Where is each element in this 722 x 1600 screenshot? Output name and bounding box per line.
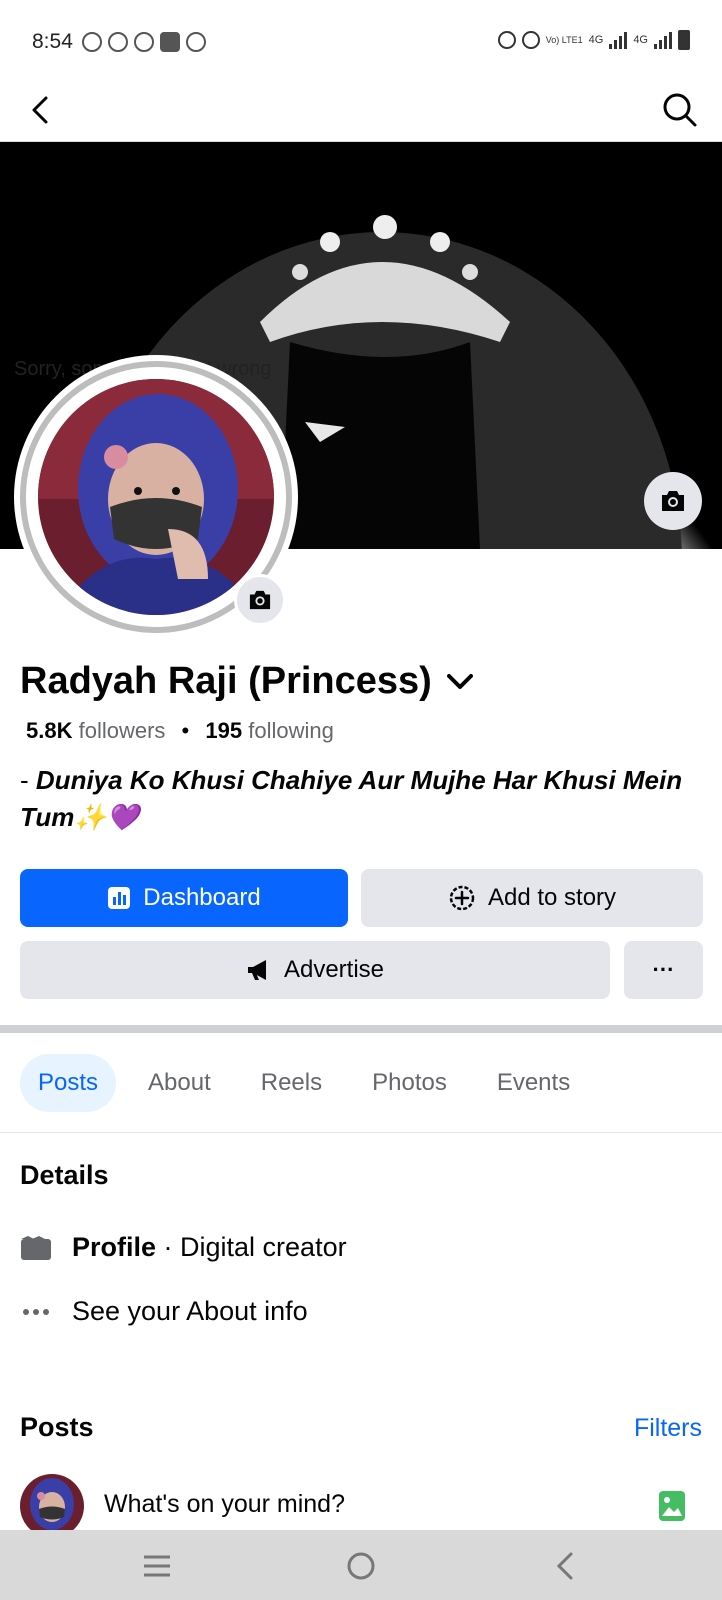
search-button[interactable] [660,90,700,130]
camera-icon [249,590,271,610]
megaphone-icon [247,960,266,980]
details-title: Details [20,1160,109,1190]
tab-about[interactable]: About [130,1054,229,1112]
edit-cover-button[interactable] [644,472,702,530]
profile-tabs: Posts About Reels Photos Events [20,1054,588,1112]
clapperboard-icon [20,1234,52,1262]
profile-bio: - Duniya Ko Khusi Chahiye Aur Mujhe Har … [20,762,710,836]
notification-icons [82,32,206,52]
following-count[interactable]: 195 [205,718,242,743]
profile-name[interactable]: Radyah Raji (Princess) [20,660,474,703]
bio-prefix: - [20,765,29,795]
chevron-down-icon[interactable] [446,672,474,692]
bio-text: Duniya Ko Khusi Chahiye Aur Mujhe Har Kh… [20,765,683,832]
battery-icon [678,30,690,50]
tab-events[interactable]: Events [479,1054,588,1112]
see-about-label: See your About info [72,1296,308,1326]
network-label-2: 4G [633,34,648,46]
status-bar: 8:54 Vo) LTE1 4G 4G [0,0,722,84]
profile-label: Profile [72,1232,157,1262]
dashboard-label: Dashboard [143,884,261,911]
more-icon: ··· [652,957,675,982]
tab-reels[interactable]: Reels [243,1054,340,1112]
network-label: 4G [588,34,604,46]
status-time: 8:54 [32,30,73,53]
tabs-divider [0,1132,722,1133]
recent-apps-button[interactable] [137,1546,177,1586]
signal-icon-2 [654,31,672,49]
filters-link[interactable]: Filters [634,1414,702,1443]
more-options-button[interactable]: ··· [624,941,703,999]
instagram-icon [186,32,206,52]
search-icon [663,93,697,127]
profile-category: · Digital creator [156,1232,347,1262]
back-button[interactable] [22,90,62,130]
alarm-icon [497,31,516,49]
followers-count[interactable]: 5.8K [26,718,72,743]
followers-label[interactable]: followers [79,718,166,743]
add-to-story-label: Add to story [487,884,617,911]
detail-profile-category: Profile · Digital creator [20,1232,347,1263]
dashboard-icon [108,887,131,909]
profile-stats: 5.8K followers • 195 following [26,718,334,744]
menu-icon [144,1555,170,1577]
home-circle-icon [347,1552,375,1580]
photo-icon[interactable] [658,1490,686,1522]
profile-name-text: Radyah Raji (Princess) [20,660,432,702]
volte-label: Vo) LTE1 [545,35,583,45]
app-bar [0,84,722,142]
advertise-label: Advertise [283,956,385,983]
posts-title: Posts [20,1412,94,1442]
edit-profile-picture-button[interactable] [234,574,286,626]
messenger-icon [82,32,102,52]
tab-photos[interactable]: Photos [354,1054,465,1112]
see-about-info[interactable]: See your About info [20,1296,308,1327]
section-divider [0,1025,722,1033]
add-circle-icon [449,885,475,911]
camera-icon [662,491,684,511]
home-button[interactable] [341,1546,381,1586]
chevron-left-icon [32,96,48,124]
youtube-icon [134,32,154,52]
status-indicators: Vo) LTE1 4G 4G [497,30,690,50]
following-label[interactable]: following [248,718,334,743]
post-composer[interactable]: What's on your mind? [20,1474,702,1538]
stats-separator: • [181,718,190,743]
composer-placeholder: What's on your mind? [104,1490,345,1518]
facebook-icon [108,32,128,52]
more-dots-icon [20,1298,52,1326]
dashboard-button[interactable]: Dashboard [20,869,348,927]
mute-icon [521,31,540,49]
back-arrow-icon [556,1552,573,1580]
signal-icon [609,31,628,49]
add-to-story-button[interactable]: Add to story [361,869,703,927]
avatar [38,379,274,615]
shopping-icon [160,32,180,52]
system-nav-bar [0,1530,722,1600]
system-back-button[interactable] [545,1546,585,1586]
advertise-button[interactable]: Advertise [20,941,610,999]
avatar [20,1474,84,1538]
tab-posts[interactable]: Posts [20,1054,117,1112]
